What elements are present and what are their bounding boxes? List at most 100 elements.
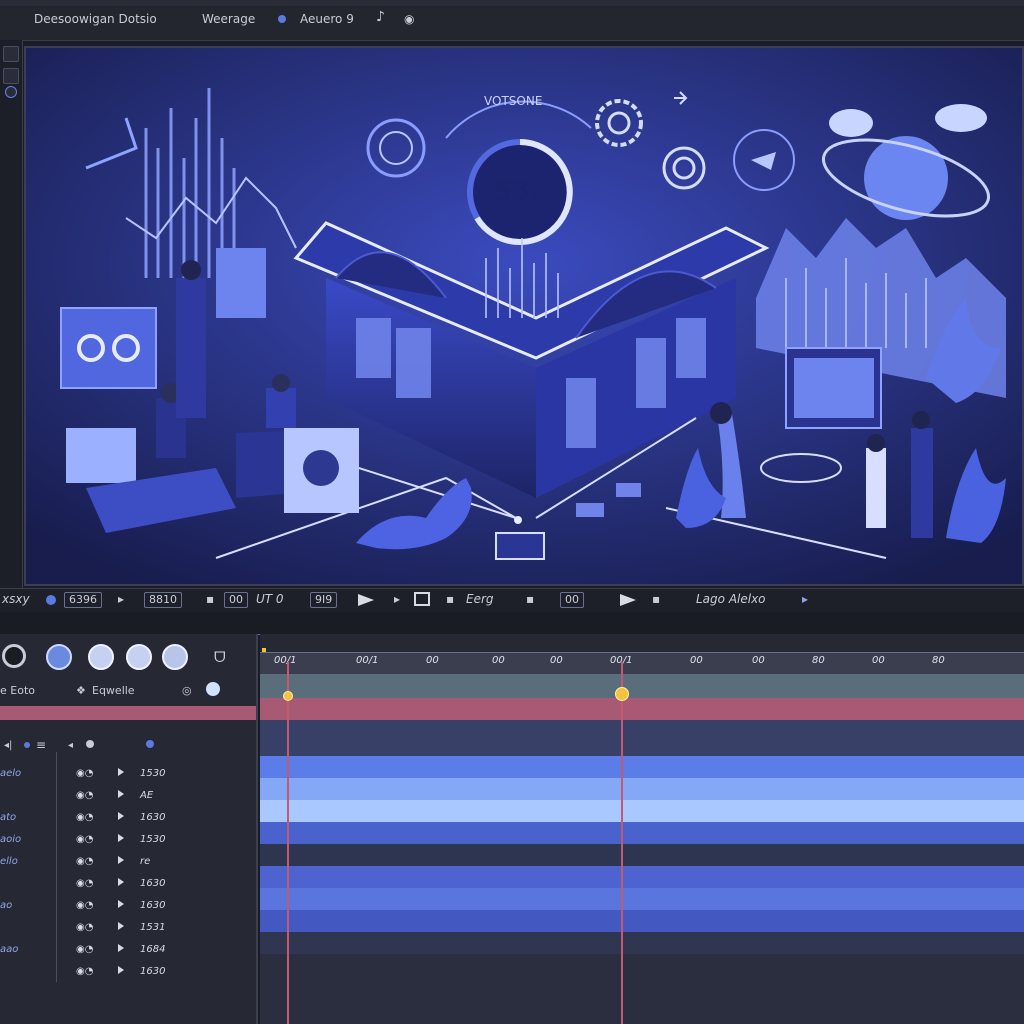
layer-bar-highlight[interactable] bbox=[260, 698, 1024, 720]
layer-row[interactable]: ◉◔ 1531 bbox=[0, 918, 256, 940]
expand-triangle-icon[interactable] bbox=[118, 966, 124, 974]
field-4[interactable]: UT 0 bbox=[256, 592, 284, 606]
layer-track-bar[interactable] bbox=[260, 756, 1024, 778]
playhead-line-secondary[interactable] bbox=[621, 662, 623, 1024]
layer-name[interactable]: ello bbox=[0, 856, 18, 867]
motion-blur-tool-icon[interactable] bbox=[162, 644, 188, 670]
rail-button-move[interactable] bbox=[3, 68, 19, 84]
expand-triangle-icon[interactable] bbox=[118, 878, 124, 886]
layer-name[interactable]: aao bbox=[0, 944, 18, 955]
rail-button-record[interactable] bbox=[5, 86, 17, 98]
menu-item-edit[interactable]: Weerage bbox=[202, 12, 255, 26]
layer-name[interactable]: ato bbox=[0, 812, 16, 823]
menu-item-project[interactable]: Deesoowigan Dotsio bbox=[34, 12, 157, 26]
layer-track-bar[interactable] bbox=[260, 720, 1024, 756]
field-6[interactable]: Eerg bbox=[466, 592, 494, 606]
expand-triangle-icon[interactable] bbox=[118, 768, 124, 776]
layer-value[interactable]: 1630 bbox=[140, 878, 165, 889]
layer-name[interactable]: aoio bbox=[0, 834, 21, 845]
layer-row[interactable]: ello ◉◔ re bbox=[0, 852, 256, 874]
expand-triangle-icon[interactable] bbox=[118, 834, 124, 842]
solo-column-icon[interactable] bbox=[24, 742, 30, 748]
layer-value[interactable]: 1630 bbox=[140, 812, 165, 823]
layer-value[interactable]: 1530 bbox=[140, 834, 165, 845]
next-icon[interactable]: ▪ bbox=[652, 592, 660, 606]
step-icon[interactable]: ▸ bbox=[394, 592, 400, 606]
layer-row[interactable]: ao ◉◔ 1630 bbox=[0, 896, 256, 918]
marker-icon[interactable]: ◉ bbox=[404, 12, 414, 26]
label-column-icon[interactable]: ◂ bbox=[68, 740, 73, 751]
layer-row[interactable]: aao ◉◔ 1684 bbox=[0, 940, 256, 962]
layer-track-bar[interactable] bbox=[260, 866, 1024, 888]
expand-triangle-icon[interactable] bbox=[118, 856, 124, 864]
marker-small-icon[interactable]: ▪ bbox=[526, 592, 534, 606]
layer-track-bar[interactable] bbox=[260, 844, 1024, 866]
expand-triangle-icon[interactable] bbox=[118, 790, 124, 798]
layer-track-bar[interactable] bbox=[260, 822, 1024, 844]
preview-viewer[interactable]: VOTSONE 53. bbox=[24, 46, 1024, 586]
record-tool-icon[interactable] bbox=[2, 644, 26, 668]
record-dot-icon[interactable] bbox=[278, 15, 286, 23]
timeline-panel[interactable]: 00/1 00/1 00 00 00 00/1 00 00 80 00 80 bbox=[260, 634, 1024, 1024]
field-5[interactable]: 9I9 bbox=[310, 592, 338, 608]
field-7[interactable]: 00 bbox=[560, 592, 584, 608]
layer-row[interactable]: ◉◔ AE bbox=[0, 786, 256, 808]
play-icon[interactable] bbox=[358, 594, 374, 606]
expand-triangle-icon[interactable] bbox=[118, 922, 124, 930]
visibility-eye-icon[interactable]: ◉◔ bbox=[76, 768, 93, 779]
globe-tool-icon[interactable] bbox=[46, 644, 72, 670]
frame-field[interactable]: 8810 bbox=[144, 592, 182, 608]
layer-name[interactable]: aelo bbox=[0, 768, 21, 779]
layer-track-bar[interactable] bbox=[260, 778, 1024, 800]
audio-column-icon[interactable]: ◂| bbox=[4, 740, 12, 751]
timecode-field[interactable]: 6396 bbox=[64, 592, 102, 608]
play-forward-icon[interactable] bbox=[620, 594, 636, 606]
arrow-icon[interactable]: ▸ bbox=[118, 592, 124, 606]
sphere-tool-icon[interactable] bbox=[88, 644, 114, 670]
layer-track-bar[interactable] bbox=[260, 888, 1024, 910]
visibility-eye-icon[interactable]: ◉◔ bbox=[76, 922, 93, 933]
visibility-eye-icon[interactable]: ◉◔ bbox=[76, 834, 93, 845]
small-arrow-icon[interactable]: ▪ bbox=[206, 592, 214, 606]
visibility-eye-icon[interactable]: ◉◔ bbox=[76, 900, 93, 911]
expand-triangle-icon[interactable] bbox=[118, 812, 124, 820]
layer-value[interactable]: 1684 bbox=[140, 944, 165, 955]
time-ruler[interactable]: 00/1 00/1 00 00 00 00/1 00 00 80 00 80 bbox=[260, 652, 1024, 675]
layer-track-bar[interactable] bbox=[260, 932, 1024, 954]
layer-name[interactable]: ao bbox=[0, 900, 12, 911]
loop-icon[interactable]: ▪ bbox=[446, 592, 454, 606]
expand-triangle-icon[interactable] bbox=[118, 944, 124, 952]
layer-row[interactable]: ato ◉◔ 1630 bbox=[0, 808, 256, 830]
visibility-eye-icon[interactable]: ◉◔ bbox=[76, 812, 93, 823]
rail-button-select[interactable] bbox=[3, 46, 19, 62]
audio-icon[interactable]: ♪ bbox=[376, 9, 385, 25]
layer-value[interactable]: AE bbox=[140, 790, 153, 801]
layer-value[interactable]: 1630 bbox=[140, 966, 165, 977]
layer-row[interactable]: aelo ◉◔ 1530 bbox=[0, 764, 256, 786]
field-3[interactable]: 00 bbox=[224, 592, 248, 608]
solid-tool-icon[interactable] bbox=[126, 644, 152, 670]
shy-layers-icon[interactable]: ᗜ bbox=[214, 650, 226, 666]
layer-track-bar[interactable] bbox=[260, 910, 1024, 932]
layer-value[interactable]: 1530 bbox=[140, 768, 165, 779]
end-icon[interactable]: ▸ bbox=[802, 592, 808, 606]
work-area-bar[interactable] bbox=[260, 674, 1024, 698]
layer-row[interactable]: aoio ◉◔ 1530 bbox=[0, 830, 256, 852]
visibility-eye-icon[interactable]: ◉◔ bbox=[76, 790, 93, 801]
visibility-eye-icon[interactable]: ◉◔ bbox=[76, 856, 93, 867]
layer-value[interactable]: 1630 bbox=[140, 900, 165, 911]
parent-icon[interactable]: ◎ bbox=[182, 684, 192, 697]
layer-value[interactable]: re bbox=[140, 856, 150, 867]
layer-row[interactable]: ◉◔ 1630 bbox=[0, 962, 256, 984]
layer-track-bar[interactable] bbox=[260, 800, 1024, 822]
layer-row[interactable]: ◉◔ 1630 bbox=[0, 874, 256, 896]
menu-item-view[interactable]: Aeuero 9 bbox=[300, 12, 354, 26]
color-swatch-icon[interactable] bbox=[206, 682, 220, 696]
stop-icon[interactable] bbox=[414, 592, 430, 606]
visibility-eye-icon[interactable]: ◉◔ bbox=[76, 944, 93, 955]
expand-triangle-icon[interactable] bbox=[118, 900, 124, 908]
visibility-eye-icon[interactable]: ◉◔ bbox=[76, 878, 93, 889]
playhead-knob[interactable] bbox=[615, 687, 629, 701]
effect-column-icon[interactable] bbox=[146, 740, 154, 748]
layer-track-bar[interactable] bbox=[260, 954, 1024, 1024]
